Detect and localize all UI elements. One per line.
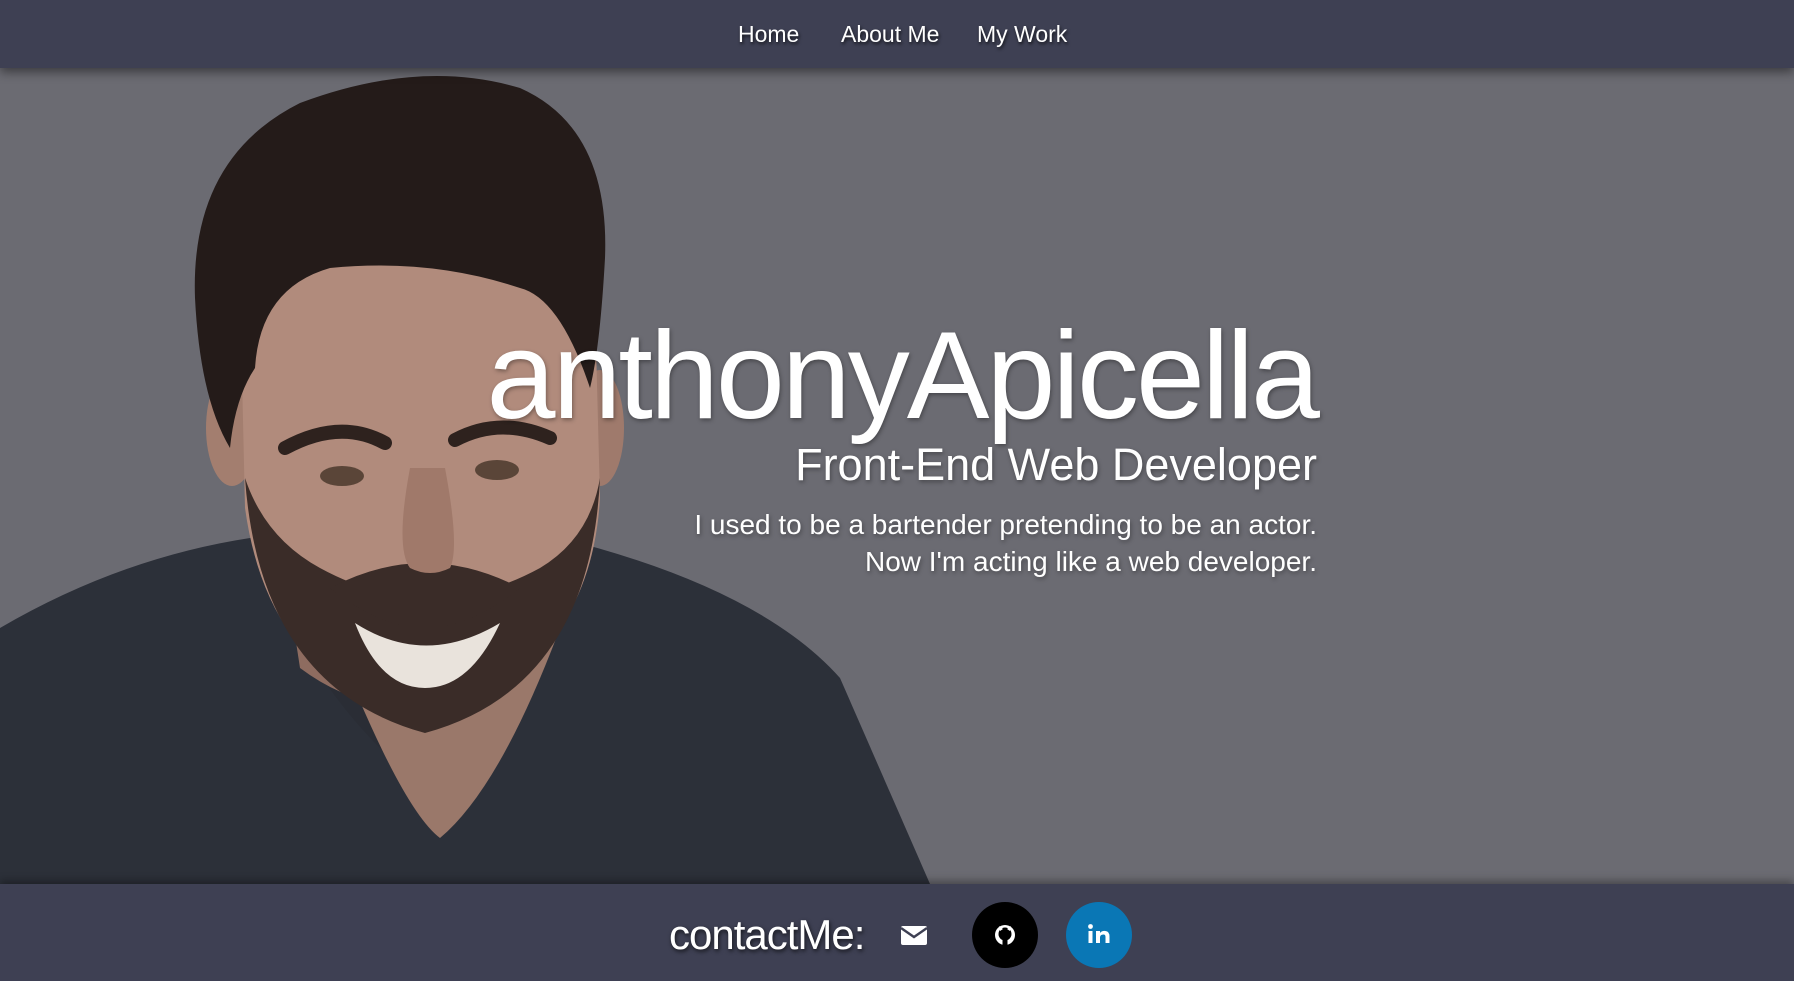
linkedin-button[interactable] <box>1066 902 1132 968</box>
hero-bio: I used to be a bartender pretending to b… <box>486 506 1317 580</box>
hero-bio-line-1: I used to be a bartender pretending to b… <box>694 509 1317 540</box>
linkedin-icon <box>1088 924 1110 943</box>
page: Home About Me My Work anthonyApicella Fr… <box>0 0 1794 981</box>
hero-role-subtitle: Front-End Web Developer <box>795 439 1317 490</box>
hero-bio-line-2: Now I'm acting like a web developer. <box>864 546 1317 577</box>
nav-link-home[interactable]: Home <box>738 21 799 48</box>
envelope-icon <box>900 926 928 945</box>
nav-link-about-me[interactable]: About Me <box>841 21 939 48</box>
github-icon <box>995 925 1015 946</box>
hero-text-block: anthonyApicella Front-End Web Developer … <box>486 307 1320 580</box>
top-navbar: Home About Me My Work <box>0 0 1794 68</box>
contact-footer: contactMe: <box>0 884 1794 981</box>
hero-section: anthonyApicella Front-End Web Developer … <box>0 68 1794 884</box>
github-button[interactable] <box>972 902 1038 968</box>
nav-link-my-work[interactable]: My Work <box>977 21 1067 48</box>
contact-label: contactMe: <box>669 911 865 958</box>
hero-name-heading: anthonyApicella <box>486 307 1320 445</box>
email-button[interactable] <box>880 902 946 968</box>
